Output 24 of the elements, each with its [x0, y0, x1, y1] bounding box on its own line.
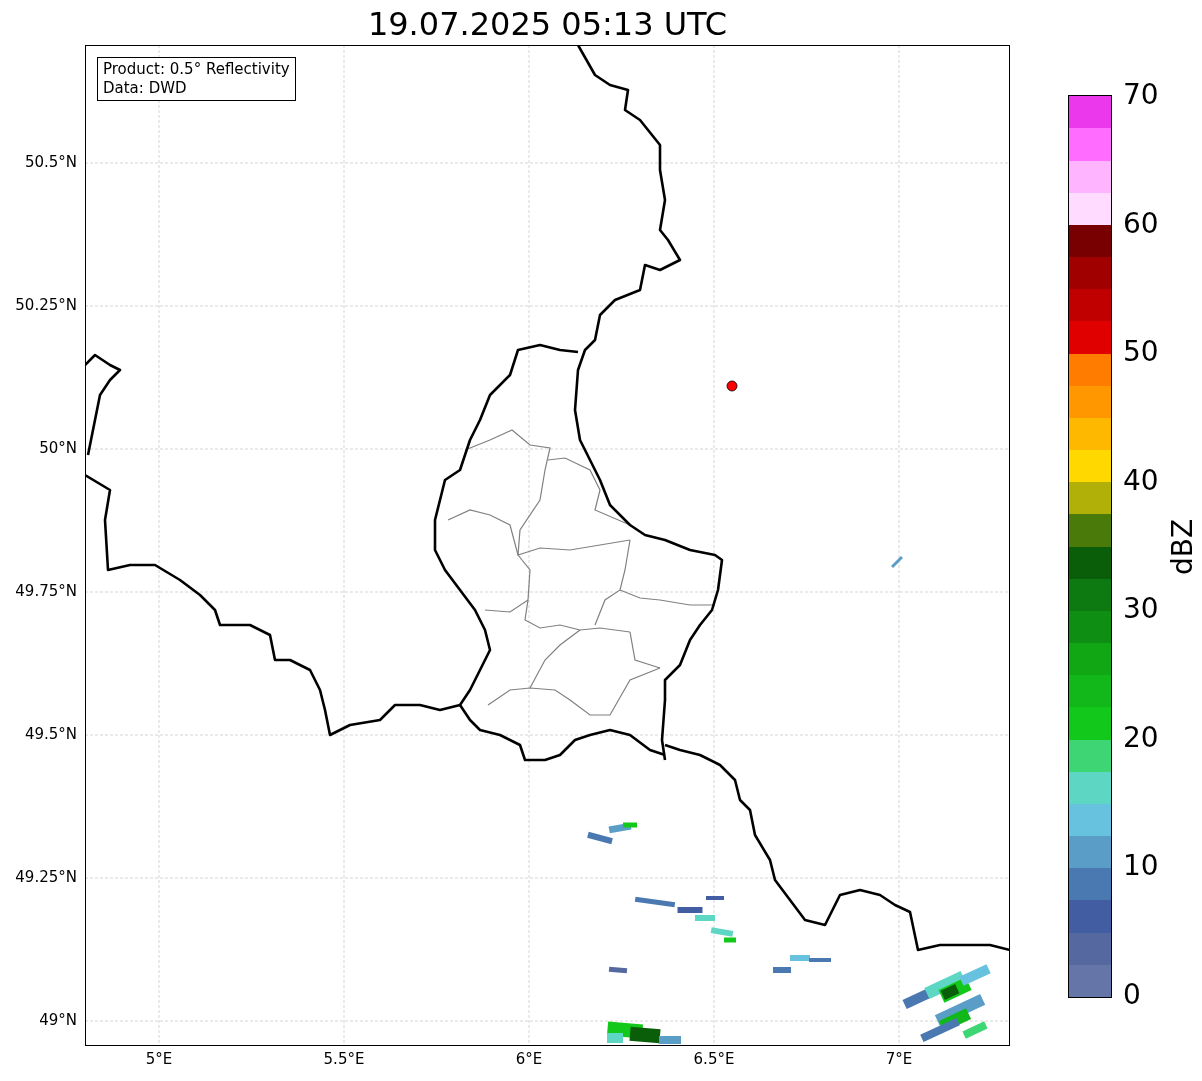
chart-title: 19.07.2025 05:13 UTC	[366, 8, 729, 40]
longitude-label: 5.5°E	[322, 1052, 366, 1067]
longitude-label: 7°E	[884, 1052, 914, 1067]
latitude-label: 50.5°N	[24, 155, 77, 170]
latitude-label: 50.25°N	[15, 298, 77, 313]
colorbar-tick-label: 60	[1123, 209, 1159, 238]
latitude-label: 50°N	[39, 441, 77, 456]
colorbar-tick-label: 20	[1123, 723, 1159, 752]
longitude-label: 5°E	[144, 1052, 174, 1067]
longitude-label: 6.5°E	[692, 1052, 736, 1067]
colorbar-tick-label: 30	[1123, 595, 1159, 624]
latitude-label: 49°N	[39, 1013, 77, 1028]
legend-text: Data: DWD	[103, 79, 188, 98]
latitude-label: 49.25°N	[15, 870, 77, 885]
latitude-label: 49.5°N	[24, 727, 77, 742]
colorbar-tick-label: 70	[1123, 81, 1159, 109]
latitude-label: 49.75°N	[15, 584, 77, 599]
colorbar-tick-label: 50	[1123, 338, 1159, 367]
colorbar-tick-label: 40	[1123, 466, 1159, 495]
colorbar-label: dBZ	[1169, 518, 1198, 576]
colorbar-tick-label: 10	[1123, 852, 1159, 881]
legend-text: Product: 0.5° Reflectivity	[103, 60, 290, 79]
colorbar-tick-label: 0	[1123, 981, 1141, 1009]
longitude-label: 6°E	[514, 1052, 544, 1067]
